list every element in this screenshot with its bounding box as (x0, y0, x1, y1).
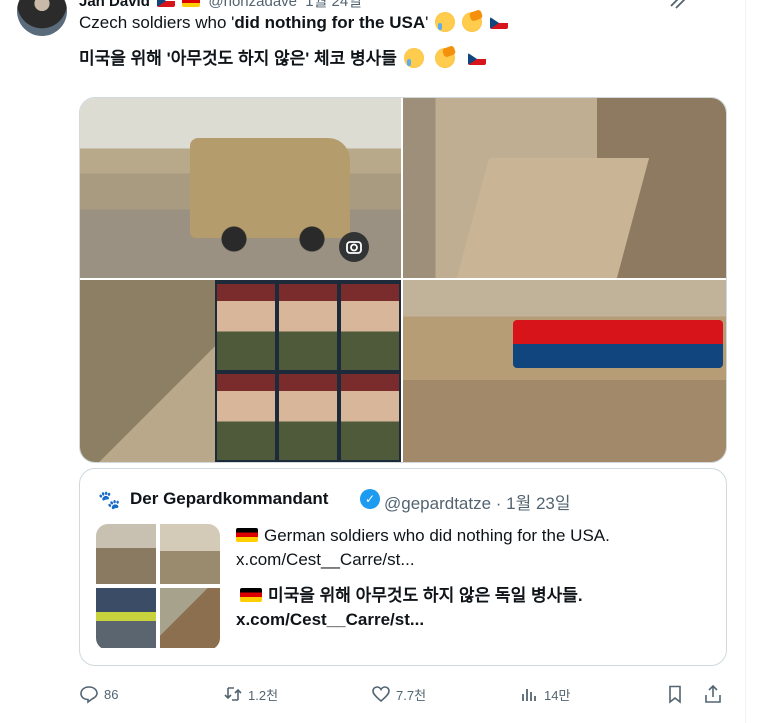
author-avatar[interactable] (17, 0, 67, 36)
views-count: 14만 (544, 687, 571, 703)
tweet-actions-bar: 86 1.2천 7.7천 14만 (79, 680, 739, 708)
reply-icon (80, 686, 98, 704)
media-photo-patrol-street[interactable] (403, 98, 726, 278)
quoted-thumb (96, 588, 156, 648)
reply-button[interactable]: 86 (79, 680, 118, 708)
armored-vehicle (190, 138, 350, 252)
bookmark-icon (669, 685, 681, 704)
quoted-text-english: German soldiers who did nothing for the … (264, 526, 610, 545)
german-flag-icon (240, 588, 262, 602)
share-button[interactable] (703, 680, 728, 708)
dirt-road (456, 158, 650, 278)
quoted-thumb (96, 524, 156, 584)
quoted-tweet[interactable]: 🐾 Der Gepardkommandant ✓ @gepardtatze · … (79, 468, 727, 666)
paw-icon[interactable]: 🐾 (98, 489, 120, 511)
portrait (341, 374, 399, 460)
german-flag-icon (182, 0, 201, 7)
portrait (341, 284, 399, 370)
quoted-text-line-2: 미국을 위해 아무것도 하지 않은 독일 병사들. (240, 585, 583, 607)
tweet-media-grid (79, 97, 727, 463)
crying-face-icon (403, 48, 424, 68)
reply-count: 86 (104, 686, 119, 702)
bookmark-button[interactable] (665, 680, 690, 708)
czech-flag-icon (157, 0, 176, 7)
grok-icon[interactable] (668, 0, 688, 12)
tweet-text-line-2: 미국을 위해 '아무것도 하지 않은' 체코 병사들 (79, 48, 486, 70)
portrait (279, 374, 337, 460)
quoted-handle-time: @gepardtatze · 1월 23일 (384, 494, 571, 513)
timeline-divider (745, 0, 746, 723)
tweet-text-prefix: Czech soldiers who ' (79, 13, 235, 32)
czech-flag-icon (489, 17, 508, 29)
repost-icon (224, 687, 242, 701)
tweet-text-suffix: ' (425, 13, 429, 32)
media-photo-flag-coffin[interactable] (403, 280, 726, 462)
views-chart-icon (522, 689, 536, 701)
author-name[interactable]: Jan David (79, 0, 150, 10)
saluting-face-icon (461, 12, 482, 32)
flag-draped-coffin (513, 320, 723, 368)
share-icon (705, 684, 721, 703)
tweet-text-line-1: Czech soldiers who 'did nothing for the … (79, 12, 508, 34)
quoted-link-1[interactable]: x.com/Cest__Carre/st... (236, 549, 415, 571)
media-photo-fallen-soldiers[interactable] (80, 280, 401, 462)
portrait (217, 284, 275, 370)
repost-button[interactable]: 1.2천 (223, 680, 278, 708)
quoted-thumb (160, 524, 220, 584)
views-button[interactable]: 14만 (519, 680, 570, 708)
heart-icon (372, 686, 390, 703)
tweet-time[interactable]: 1월 24일 (305, 0, 362, 10)
tweet-header: Jan David @honzadave 1월 24일 (79, 0, 362, 11)
quoted-text-korean: 미국을 위해 아무것도 하지 않은 독일 병사들. (268, 586, 583, 605)
portrait (217, 374, 275, 460)
german-flag-icon (236, 528, 258, 542)
repost-count: 1.2천 (248, 687, 279, 703)
czech-flag-icon (467, 53, 486, 65)
tweet-text-korean: 미국을 위해 '아무것도 하지 않은' 체코 병사들 (79, 49, 397, 68)
tweet-text-bold: did nothing for the USA (234, 13, 426, 32)
portrait (279, 284, 337, 370)
quoted-author-name[interactable]: Der Gepardkommandant (130, 489, 328, 509)
quoted-text-line-1: German soldiers who did nothing for the … (236, 525, 610, 547)
quoted-thumb (160, 588, 220, 648)
quoted-media-grid[interactable] (96, 524, 220, 650)
verified-badge-icon: ✓ (360, 489, 380, 509)
like-count: 7.7천 (396, 687, 427, 703)
portrait-collage (215, 280, 401, 462)
quoted-link-2[interactable]: x.com/Cest__Carre/st... (236, 609, 424, 631)
camera-icon[interactable] (339, 232, 369, 262)
saluting-face-icon (435, 48, 456, 68)
author-handle[interactable]: @honzadave (208, 0, 297, 10)
like-button[interactable]: 7.7천 (371, 680, 426, 708)
crying-face-icon (435, 12, 456, 32)
